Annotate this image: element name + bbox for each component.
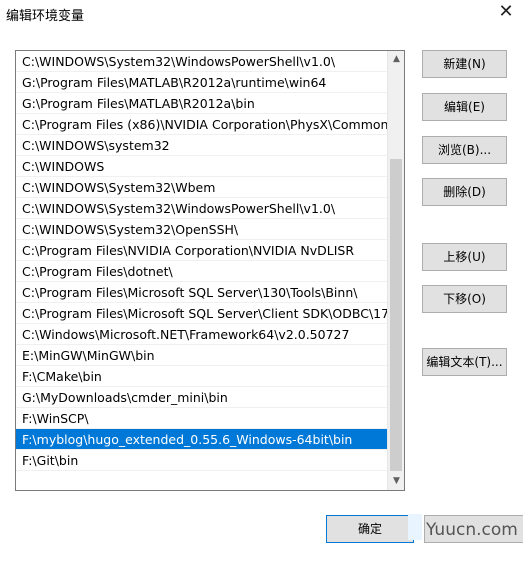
path-list-item[interactable]: F:\CMake\bin (16, 366, 388, 387)
path-list-item[interactable]: G:\MyDownloads\cmder_mini\bin (16, 387, 388, 408)
path-list-item[interactable]: C:\WINDOWS (16, 156, 388, 177)
watermark-logo-icon (408, 514, 422, 540)
new-button[interactable]: 新建(N) (422, 50, 507, 78)
path-list-item[interactable]: F:\WinSCP\ (16, 408, 388, 429)
path-list[interactable]: C:\WINDOWS\System32\WindowsPowerShell\v1… (15, 50, 405, 491)
move-down-button[interactable]: 下移(O) (422, 285, 507, 313)
window-title: 编辑环境变量 (6, 9, 85, 24)
path-list-item[interactable]: C:\WINDOWS\system32 (16, 135, 388, 156)
path-list-item[interactable]: C:\WINDOWS\System32\Wbem (16, 177, 388, 198)
title-bar: 编辑环境变量 ✕ (0, 0, 523, 28)
path-list-item[interactable]: C:\Program Files\Microsoft SQL Server\Cl… (16, 303, 388, 324)
edit-env-var-dialog: 编辑环境变量 ✕ C:\WINDOWS\System32\WindowsPowe… (0, 0, 523, 564)
path-list-item[interactable]: C:\Program Files\Microsoft SQL Server\13… (16, 282, 388, 303)
delete-button[interactable]: 删除(D) (422, 178, 507, 206)
ok-button[interactable]: 确定 (326, 515, 414, 543)
vertical-scrollbar[interactable]: ▲ ▼ (387, 51, 404, 490)
watermark-text: Yuucn.com (426, 520, 518, 540)
path-list-item[interactable]: C:\WINDOWS\System32\WindowsPowerShell\v1… (16, 198, 388, 219)
path-list-item[interactable]: F:\Git\bin (16, 450, 388, 471)
scroll-thumb[interactable] (390, 159, 402, 471)
scroll-up-arrow-icon[interactable]: ▲ (388, 51, 404, 68)
edit-text-button[interactable]: 编辑文本(T)... (422, 348, 507, 376)
close-icon[interactable]: ✕ (497, 3, 515, 21)
path-list-item[interactable]: F:\myblog\hugo_extended_0.55.6_Windows-6… (16, 429, 388, 450)
watermark: Yuucn.com (404, 510, 523, 554)
path-list-item[interactable]: C:\Program Files\NVIDIA Corporation\NVID… (16, 240, 388, 261)
path-list-item[interactable]: G:\Program Files\MATLAB\R2012a\runtime\w… (16, 72, 388, 93)
path-list-item[interactable]: C:\WINDOWS\System32\OpenSSH\ (16, 219, 388, 240)
path-list-item[interactable]: C:\Program Files\dotnet\ (16, 261, 388, 282)
path-list-item[interactable]: C:\Windows\Microsoft.NET\Framework64\v2.… (16, 324, 388, 345)
edit-button[interactable]: 编辑(E) (422, 93, 507, 121)
path-list-rows: C:\WINDOWS\System32\WindowsPowerShell\v1… (16, 51, 388, 471)
move-up-button[interactable]: 上移(U) (422, 243, 507, 271)
path-list-item[interactable]: C:\Program Files (x86)\NVIDIA Corporatio… (16, 114, 388, 135)
path-list-item[interactable]: G:\Program Files\MATLAB\R2012a\bin (16, 93, 388, 114)
scroll-down-arrow-icon[interactable]: ▼ (388, 473, 404, 490)
browse-button[interactable]: 浏览(B)... (422, 136, 507, 164)
path-list-item[interactable]: C:\WINDOWS\System32\WindowsPowerShell\v1… (16, 51, 388, 72)
path-list-item[interactable]: E:\MinGW\MinGW\bin (16, 345, 388, 366)
